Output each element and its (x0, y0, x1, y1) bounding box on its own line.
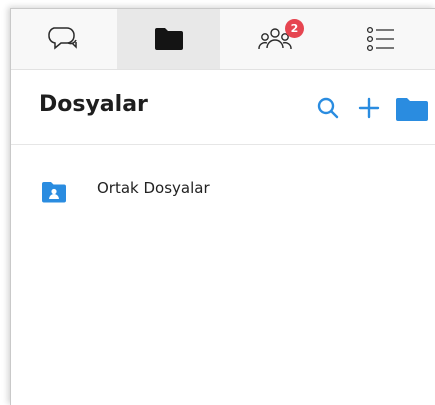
folder-icon (153, 26, 185, 52)
search-button[interactable] (316, 96, 342, 127)
add-button[interactable] (357, 96, 381, 125)
list-item-label: Ortak Dosyalar (97, 179, 210, 197)
chat-bubbles-icon (46, 25, 80, 53)
tab-bar: 2 (11, 9, 435, 70)
app-window: 2 Dosyalar Ortak Dosyalar (10, 8, 435, 405)
tab-files[interactable] (117, 9, 220, 69)
tab-contacts[interactable]: 2 (223, 9, 326, 69)
shared-folder-icon (41, 181, 67, 208)
list-item[interactable]: Ortak Dosyalar (11, 169, 435, 209)
file-list: Ortak Dosyalar (11, 169, 435, 209)
list-icon (366, 26, 396, 52)
notification-badge: 2 (285, 19, 304, 38)
new-folder-button[interactable] (395, 96, 429, 127)
tab-chat[interactable] (11, 9, 114, 69)
page-title: Dosyalar (39, 92, 148, 117)
search-icon (316, 96, 342, 127)
page-header: Dosyalar (11, 70, 435, 145)
folder-icon (395, 96, 429, 127)
tab-tasks[interactable] (329, 9, 432, 69)
plus-icon (357, 96, 381, 125)
